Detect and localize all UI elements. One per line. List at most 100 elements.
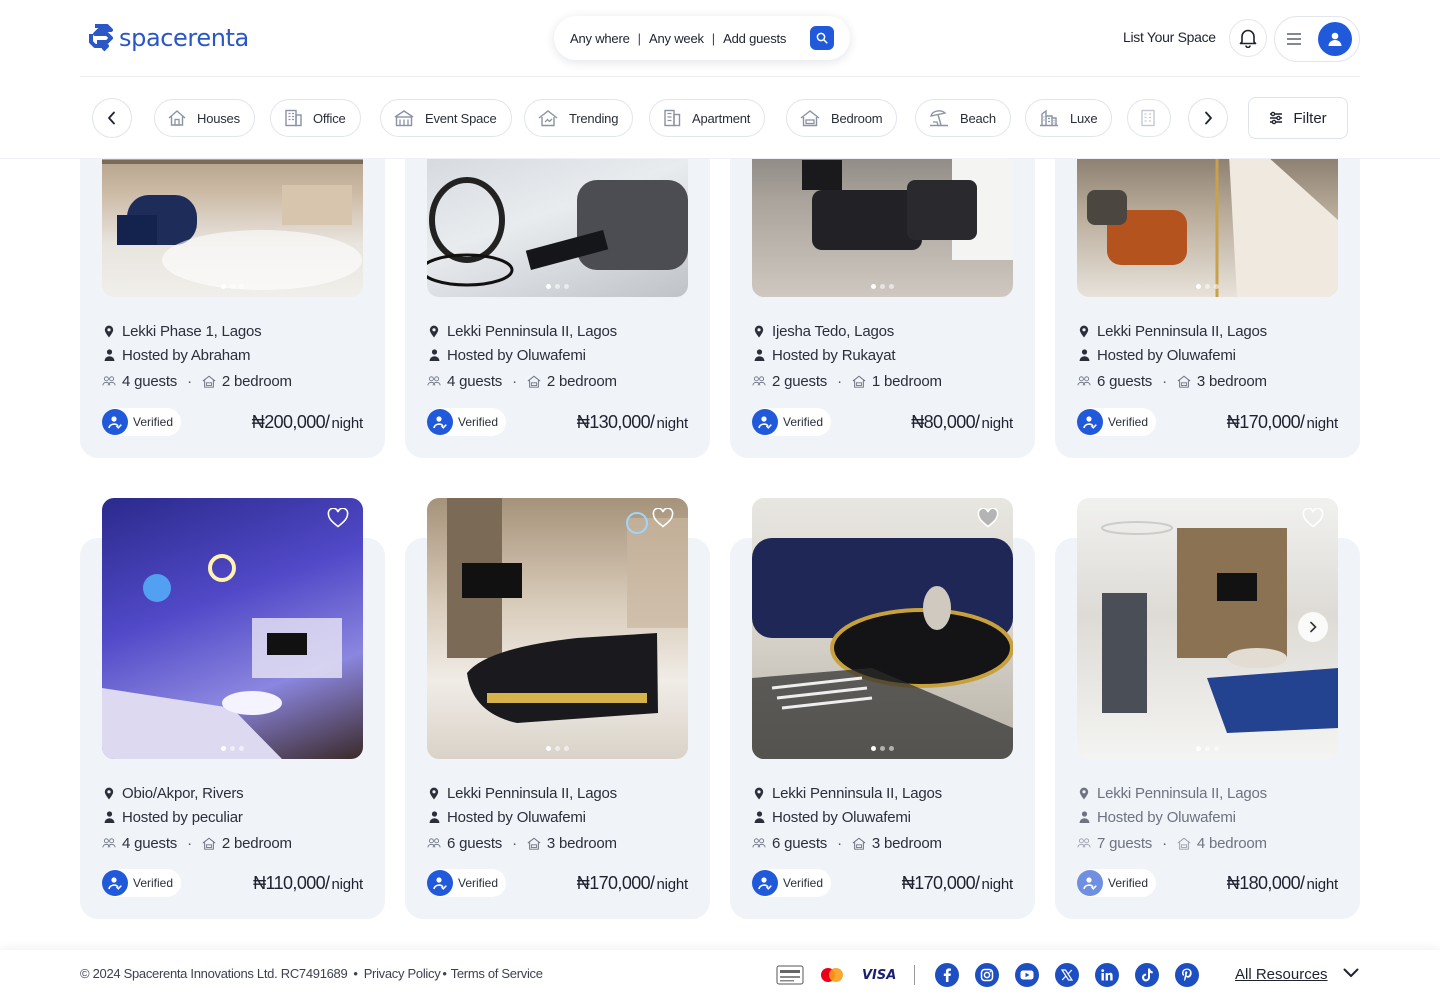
listing-photo[interactable] — [102, 498, 363, 759]
verified-user-icon — [1083, 416, 1097, 429]
meta-separator: · — [512, 372, 517, 390]
tiktok-icon[interactable] — [1135, 963, 1159, 987]
listing-host: Hosted by Rukayat — [772, 346, 896, 364]
guests-icon — [752, 376, 766, 386]
listing-card[interactable]: Lekki Penninsula II, Lagos Hosted by Olu… — [730, 498, 1035, 919]
listing-footer: Verified ₦130,000/night — [427, 407, 688, 437]
host-icon — [754, 811, 764, 823]
category-event-space[interactable]: Event Space — [380, 99, 512, 137]
category-office[interactable]: Office — [270, 99, 361, 137]
trending-icon — [538, 110, 558, 127]
listing-bedrooms: 1 bedroom — [871, 372, 942, 390]
category-beach[interactable]: Beach — [915, 99, 1011, 137]
facebook-icon[interactable] — [935, 963, 959, 987]
bedroom-icon — [202, 837, 216, 850]
listing-card[interactable]: Lekki Penninsula II, Lagos Hosted by Olu… — [1055, 498, 1360, 919]
listing-card[interactable]: Lekki Penninsula II, Lagos Hosted by Olu… — [1055, 120, 1360, 458]
linkedin-icon[interactable] — [1095, 963, 1119, 987]
meta-separator: · — [837, 372, 842, 390]
listing-price: ₦170,000/night — [1226, 411, 1338, 432]
privacy-policy-link[interactable]: Privacy Policy — [364, 966, 441, 981]
photo-pager — [1077, 284, 1338, 289]
listing-footer: Verified ₦170,000/night — [427, 868, 688, 898]
category-more[interactable] — [1127, 99, 1171, 137]
verified-badge: Verified — [102, 408, 182, 436]
listing-price: ₦180,000/night — [1226, 872, 1338, 893]
youtube-icon[interactable] — [1015, 963, 1039, 987]
listing-info: Lekki Penninsula II, Lagos Hosted by Olu… — [427, 319, 688, 393]
category-apartment[interactable]: Apartment — [649, 99, 766, 137]
photo-pager — [102, 746, 363, 751]
category-prev-button[interactable] — [92, 98, 132, 138]
listing-card[interactable]: Lekki Penninsula II, Lagos Hosted by Olu… — [405, 120, 710, 458]
filter-button[interactable]: Filter — [1248, 97, 1348, 139]
meta-separator: · — [1162, 372, 1167, 390]
bedroom-icon — [852, 375, 866, 388]
listing-host: Hosted by Oluwafemi — [447, 346, 586, 364]
listing-host: Hosted by Oluwafemi — [447, 808, 586, 826]
bedroom-icon — [1177, 837, 1191, 850]
all-resources-link[interactable]: All Resources — [1235, 966, 1328, 983]
photo-next-button[interactable] — [1298, 612, 1328, 642]
listing-footer: Verified ₦80,000/night — [752, 407, 1013, 437]
listing-photo[interactable] — [1077, 498, 1338, 759]
guests-icon — [1077, 838, 1091, 848]
guests-icon — [427, 376, 441, 386]
page-footer: © 2024 Spacerenta Innovations Ltd. RC749… — [0, 950, 1440, 1000]
guests-icon — [102, 376, 116, 386]
listing-guests: 6 guests — [1097, 372, 1153, 390]
favorite-button[interactable] — [327, 507, 349, 533]
listing-card[interactable]: Obio/Akpor, Rivers Hosted by peculiar 4 … — [80, 498, 385, 919]
listing-bedrooms: 3 bedroom — [871, 834, 942, 852]
listing-card[interactable]: Lekki Penninsula II, Lagos Hosted by Olu… — [405, 498, 710, 919]
category-luxe[interactable]: Luxe — [1025, 99, 1113, 137]
footer-legal: © 2024 Spacerenta Innovations Ltd. RC749… — [80, 966, 543, 981]
visa-icon: VISA — [862, 967, 897, 983]
heart-icon — [652, 507, 674, 528]
category-trending[interactable]: Trending — [524, 99, 634, 137]
listing-bedrooms: 4 bedroom — [1196, 834, 1267, 852]
instagram-icon[interactable] — [975, 963, 999, 987]
listing-card[interactable]: Lekki Phase 1, Lagos Hosted by Abraham 4… — [80, 120, 385, 458]
verified-user-icon — [758, 877, 772, 890]
category-label: Trending — [569, 110, 619, 126]
photo-pager — [427, 746, 688, 751]
category-bedroom[interactable]: Bedroom — [786, 99, 898, 137]
verified-badge: Verified — [752, 869, 832, 897]
listing-card[interactable]: Ijesha Tedo, Lagos Hosted by Rukayat 2 g… — [730, 120, 1035, 458]
category-next-button[interactable] — [1188, 98, 1228, 138]
bedroom-icon — [1177, 375, 1191, 388]
listing-photo[interactable] — [427, 498, 688, 759]
listing-location: Lekki Penninsula II, Lagos — [1097, 322, 1267, 340]
copyright-text: © 2024 Spacerenta Innovations Ltd. RC749… — [80, 966, 348, 981]
chevron-down-icon[interactable] — [1343, 968, 1359, 978]
event-space-icon — [394, 110, 414, 127]
terms-of-service-link[interactable]: Terms of Service — [451, 966, 543, 981]
listing-footer: Verified ₦180,000/night — [1077, 868, 1338, 898]
sliders-icon — [1270, 111, 1283, 125]
listing-location: Lekki Penninsula II, Lagos — [447, 784, 617, 802]
verified-user-icon — [758, 416, 772, 429]
favorite-button[interactable] — [652, 507, 674, 533]
favorite-button[interactable] — [977, 507, 999, 533]
listing-host: Hosted by Oluwafemi — [1097, 346, 1236, 364]
pinterest-icon[interactable] — [1175, 963, 1199, 987]
listing-price: ₦200,000/night — [251, 411, 363, 432]
listing-photo[interactable] — [752, 498, 1013, 759]
meta-separator: · — [187, 372, 192, 390]
office-icon — [285, 109, 302, 127]
category-bar: Houses Office Event Space Trending Apart… — [0, 77, 1440, 159]
favorite-button[interactable] — [1302, 507, 1324, 533]
heart-icon — [977, 507, 999, 528]
listing-info: Obio/Akpor, Rivers Hosted by peculiar 4 … — [102, 781, 363, 855]
x-icon[interactable] — [1055, 963, 1079, 987]
listing-bedrooms: 2 bedroom — [221, 372, 292, 390]
luxe-icon — [1040, 109, 1058, 127]
category-houses[interactable]: Houses — [154, 99, 255, 137]
listing-guests: 4 guests — [122, 834, 178, 852]
host-icon — [104, 811, 114, 823]
verified-user-icon — [108, 416, 122, 429]
meta-separator: · — [837, 834, 842, 852]
listing-price: ₦80,000/night — [911, 411, 1013, 432]
listing-guests: 4 guests — [122, 372, 178, 390]
